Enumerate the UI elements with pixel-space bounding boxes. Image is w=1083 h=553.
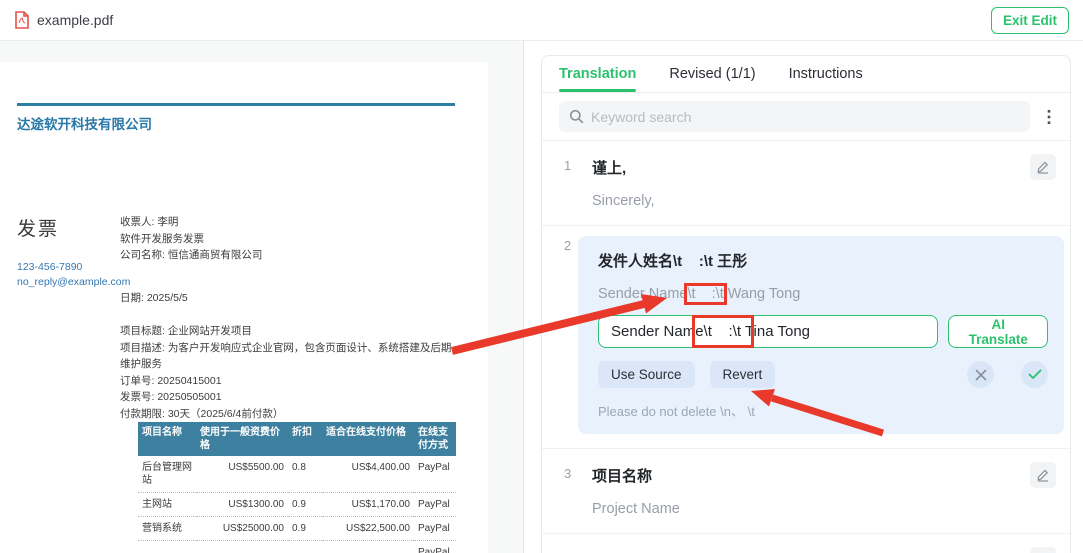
- segment-number: 1: [564, 158, 571, 173]
- file-info: example.pdf: [14, 11, 113, 29]
- target-suffix: Wang Tong: [724, 286, 801, 302]
- search-icon: [569, 109, 584, 124]
- table-header: 折扣: [288, 422, 322, 456]
- segment-target: Sender Name\t :\t Wang Tong: [598, 286, 1048, 302]
- table-cell: [322, 541, 414, 553]
- table-row: 后台管理网站 US$5500.00 0.8 US$4,400.00 PayPal: [138, 456, 456, 493]
- segment-actions-row: Use Source Revert: [598, 361, 1048, 388]
- table-cell: 0.9: [288, 493, 322, 517]
- pdf-payment-term: 付款期限: 30天（2025/6/4前付款）: [120, 406, 460, 423]
- search-input-wrapper: [559, 101, 1030, 132]
- pdf-company-line: 公司名称: 恒信通商贸有限公司: [120, 247, 460, 264]
- main-content: 达途软开科技有限公司 发票 123-456-7890 no_reply@exam…: [0, 41, 1083, 553]
- topbar: example.pdf Exit Edit: [0, 0, 1083, 41]
- table-header: 在线支付方式: [414, 422, 456, 456]
- pdf-order-no: 订单号: 20250415001: [120, 373, 460, 390]
- table-header: 项目名称: [138, 422, 196, 456]
- cancel-button[interactable]: [967, 361, 994, 388]
- segment-row-active[interactable]: 2 发件人姓名\t :\t 王彤 Sender Name\t :\t Wang …: [542, 226, 1070, 449]
- tab-instructions[interactable]: Instructions: [789, 56, 863, 92]
- table-cell: US$4,400.00: [322, 456, 414, 493]
- segment-row[interactable]: 1 谨上, Sincerely,: [542, 141, 1070, 226]
- use-source-button[interactable]: Use Source: [598, 361, 695, 388]
- table-row: 营销系统 US$25000.00 0.9 US$22,500.00 PayPal: [138, 517, 456, 541]
- table-row: 主网站 US$1300.00 0.9 US$1,170.00 PayPal: [138, 493, 456, 517]
- segment-target: Project Name: [592, 501, 1056, 517]
- table-cell: 营销系统: [138, 517, 196, 541]
- pdf-invoice-type: 软件开发服务发票: [120, 231, 460, 248]
- translation-input-row: AI Translate: [598, 315, 1048, 348]
- table-cell: 主网站: [138, 493, 196, 517]
- table-header-row: 项目名称 使用于一般资费价格 折扣 适合在线支付价格 在线支付方式: [138, 422, 456, 456]
- pdf-items-table: 项目名称 使用于一般资费价格 折扣 适合在线支付价格 在线支付方式 后台管理网站…: [138, 422, 456, 553]
- table-cell: [196, 541, 288, 553]
- revert-button[interactable]: Revert: [710, 361, 776, 388]
- table-cell: US$1300.00: [196, 493, 288, 517]
- pdf-file-icon: [14, 11, 30, 29]
- pdf-header-rule: [17, 103, 455, 106]
- edit-hint-text: Please do not delete \n、 \t: [598, 401, 1048, 420]
- annotation-red-box: \t :\t: [687, 286, 723, 302]
- pdf-company-name: 达途软开科技有限公司: [17, 113, 152, 133]
- file-name: example.pdf: [37, 12, 113, 28]
- pdf-invoice-no: 发票号: 20250505001: [120, 389, 460, 406]
- edit-segment-button[interactable]: [1030, 462, 1056, 488]
- segment-row[interactable]: 4 使用于一般资费价格: [542, 534, 1070, 553]
- search-row: [542, 93, 1070, 141]
- pdf-project-block: 项目标题: 企业网站开发项目 项目描述: 为客户开发响应式企业官网，包含页面设计…: [120, 323, 460, 422]
- table-header: 使用于一般资费价格: [196, 422, 288, 456]
- table-cell: 0.9: [288, 517, 322, 541]
- table-cell: 0.8: [288, 456, 322, 493]
- table-cell: [138, 541, 196, 553]
- target-prefix: Sender Name: [598, 286, 687, 302]
- segment-source: 项目名称: [592, 465, 1056, 486]
- exit-edit-button[interactable]: Exit Edit: [991, 7, 1069, 34]
- pdf-page: 达途软开科技有限公司 发票 123-456-7890 no_reply@exam…: [0, 62, 488, 553]
- pdf-project-title: 项目标题: 企业网站开发项目: [120, 323, 460, 340]
- table-cell: PayPal: [414, 493, 456, 517]
- pdf-invoice-title: 发票: [17, 214, 59, 241]
- more-options-icon[interactable]: [1038, 106, 1060, 128]
- edit-segment-button[interactable]: [1030, 547, 1056, 553]
- table-cell: PayPal: [414, 517, 456, 541]
- table-row: PayPal: [138, 541, 456, 553]
- segment-target: Sincerely,: [592, 193, 1056, 209]
- segment-source: 谨上,: [592, 157, 1056, 178]
- table-cell: 后台管理网站: [138, 456, 196, 493]
- translation-card: Translation Revised (1/1) Instructions: [541, 55, 1071, 553]
- segment-edit-box: 发件人姓名\t :\t 王彤 Sender Name\t :\t Wang To…: [578, 236, 1064, 434]
- table-cell: US$22,500.00: [322, 517, 414, 541]
- confirm-button[interactable]: [1021, 361, 1048, 388]
- translation-input[interactable]: [598, 315, 938, 348]
- segment-row[interactable]: 3 项目名称 Project Name: [542, 449, 1070, 534]
- table-cell: PayPal: [414, 456, 456, 493]
- table-cell: US$5500.00: [196, 456, 288, 493]
- pdf-phone: 123-456-7890: [17, 260, 130, 275]
- table-cell: US$25000.00: [196, 517, 288, 541]
- pdf-date: 日期: 2025/5/5: [120, 290, 460, 307]
- pdf-preview-pane: 达途软开科技有限公司 发票 123-456-7890 no_reply@exam…: [0, 41, 523, 553]
- pdf-email: no_reply@example.com: [17, 275, 130, 290]
- tab-translation[interactable]: Translation: [559, 56, 636, 92]
- close-icon: [975, 369, 987, 381]
- table-cell: US$1,170.00: [322, 493, 414, 517]
- search-input[interactable]: [591, 109, 1020, 125]
- pdf-meta-block: 收票人: 李明 软件开发服务发票 公司名称: 恒信通商贸有限公司 日期: 202…: [120, 214, 460, 422]
- segment-number: 2: [564, 238, 571, 253]
- segment-source: 发件人姓名\t :\t 王彤: [598, 250, 1048, 271]
- pdf-recipient: 收票人: 李明: [120, 214, 460, 231]
- table-cell: [288, 541, 322, 553]
- segment-number: 3: [564, 466, 571, 481]
- pdf-project-desc: 项目描述: 为客户开发响应式企业官网，包含页面设计、系统搭建及后期维护服务: [120, 340, 460, 373]
- tab-revised[interactable]: Revised (1/1): [669, 56, 755, 92]
- tab-bar: Translation Revised (1/1) Instructions: [542, 56, 1070, 93]
- pdf-contact-block: 123-456-7890 no_reply@example.com: [17, 260, 130, 290]
- ai-translate-button[interactable]: AI Translate: [948, 315, 1048, 348]
- table-header: 适合在线支付价格: [322, 422, 414, 456]
- check-icon: [1028, 369, 1042, 380]
- translation-panel: Translation Revised (1/1) Instructions: [523, 41, 1083, 553]
- translation-input-wrapper: [598, 315, 938, 348]
- edit-segment-button[interactable]: [1030, 154, 1056, 180]
- table-cell: PayPal: [414, 541, 456, 553]
